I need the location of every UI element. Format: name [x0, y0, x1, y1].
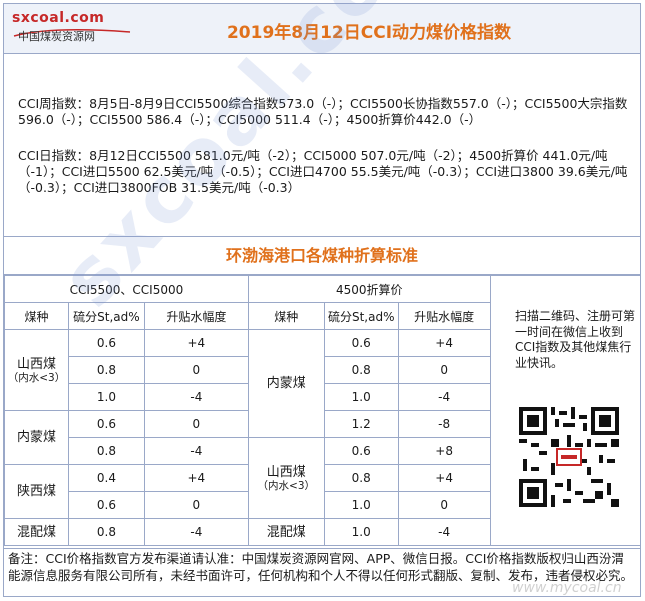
coal-cell: 内蒙煤	[247, 329, 325, 438]
adjust-cell: -8	[397, 410, 491, 438]
sulfur-cell: 0.6	[67, 491, 145, 519]
coal-cell: 混配煤	[247, 518, 325, 546]
coal-cell: 混配煤	[4, 518, 69, 546]
coal-name: 内蒙煤	[266, 376, 306, 391]
adjust-cell: 0	[143, 356, 249, 384]
coal-name: 混配煤	[266, 524, 306, 540]
adjust-cell: +4	[397, 329, 491, 357]
coal-cell: 陕西煤	[4, 464, 69, 519]
sulfur-cell: 1.0	[67, 383, 145, 411]
section-title: 环渤海港口各煤种折算标准	[4, 237, 640, 275]
page-title: 2019年8月12日CCI动力煤价格指数	[226, 23, 512, 43]
sulfur-cell: 1.2	[323, 410, 399, 438]
sulfur-cell: 0.6	[67, 329, 145, 357]
sulfur-cell: 0.6	[323, 437, 399, 465]
adjust-cell: 0	[143, 491, 249, 519]
coal-cell: 内蒙煤	[4, 410, 69, 465]
weekly-index-text: CCI周指数：8月5日-8月9日CCI5500综合指数573.0（-）；CCI5…	[18, 96, 628, 127]
adjust-cell: 0	[397, 356, 491, 384]
qr-code-icon[interactable]	[519, 407, 619, 507]
col-coal-header: 煤种	[4, 302, 69, 330]
coal-name: 混配煤	[16, 524, 56, 540]
sulfur-cell: 1.0	[323, 383, 399, 411]
sulfur-cell: 0.8	[323, 464, 399, 492]
adjust-cell: -4	[397, 383, 491, 411]
logo-name: 中国煤炭资源网	[18, 30, 95, 43]
col-sulfur-header: 硫分St,ad%	[67, 302, 145, 330]
index-summary: CCI周指数：8月5日-8月9日CCI5500综合指数573.0（-）；CCI5…	[4, 54, 640, 237]
coal-sub: （内水<3）	[7, 371, 66, 384]
group-header-right: 4500折算价	[247, 275, 491, 303]
col-adjust-header: 升贴水幅度	[397, 302, 491, 330]
adjust-cell: +4	[397, 464, 491, 492]
col-coal-header: 煤种	[247, 302, 325, 330]
sulfur-cell: 0.6	[323, 329, 399, 357]
adjust-cell: +4	[143, 329, 249, 357]
adjust-cell: 0	[397, 491, 491, 519]
adjust-cell: 0	[143, 410, 249, 438]
sulfur-cell: 0.8	[323, 356, 399, 384]
adjust-cell: +8	[397, 437, 491, 465]
adjust-cell: -4	[397, 518, 491, 546]
sulfur-cell: 0.4	[67, 464, 145, 492]
adjust-cell: +4	[143, 464, 249, 492]
coal-sub: （内水<3）	[257, 479, 316, 492]
coal-name: 山西煤	[16, 356, 56, 372]
index-card: sxcoal.com 中国煤炭资源网 2019年8月12日CCI动力煤价格指数 …	[3, 0, 641, 597]
coal-name: 内蒙煤	[16, 430, 56, 445]
adjust-cell: -4	[143, 383, 249, 411]
sulfur-cell: 0.8	[67, 518, 145, 546]
sulfur-cell: 0.8	[67, 356, 145, 384]
watermark-small: www.mycoal.cn	[512, 580, 622, 596]
sulfur-cell: 0.6	[67, 410, 145, 438]
coal-name: 陕西煤	[16, 484, 56, 499]
header: sxcoal.com 中国煤炭资源网 2019年8月12日CCI动力煤价格指数	[4, 4, 640, 54]
col-sulfur-header: 硫分St,ad%	[323, 302, 399, 330]
sxcoal-logo[interactable]: sxcoal.com 中国煤炭资源网	[12, 10, 138, 46]
group-header-left: CCI5500、CCI5000	[4, 275, 249, 303]
col-adjust-header: 升贴水幅度	[143, 302, 249, 330]
coal-cell: 山西煤 （内水<3）	[247, 437, 325, 519]
daily-index-text: CCI日指数：8月12日CCI5500 581.0元/吨（-2）；CCI5000…	[18, 148, 628, 195]
coal-name: 山西煤	[266, 464, 306, 480]
sulfur-cell: 0.8	[67, 437, 145, 465]
logo-domain: sxcoal.com	[12, 10, 105, 26]
adjust-cell: -4	[143, 518, 249, 546]
sulfur-cell: 1.0	[323, 518, 399, 546]
coal-cell: 山西煤 （内水<3）	[4, 329, 69, 411]
adjust-cell: -4	[143, 437, 249, 465]
sulfur-cell: 1.0	[323, 491, 399, 519]
qr-instruction-text: 扫描二维码、注册可第一时间在微信上收到CCI指数及其他煤焦行业快讯。	[515, 309, 636, 370]
